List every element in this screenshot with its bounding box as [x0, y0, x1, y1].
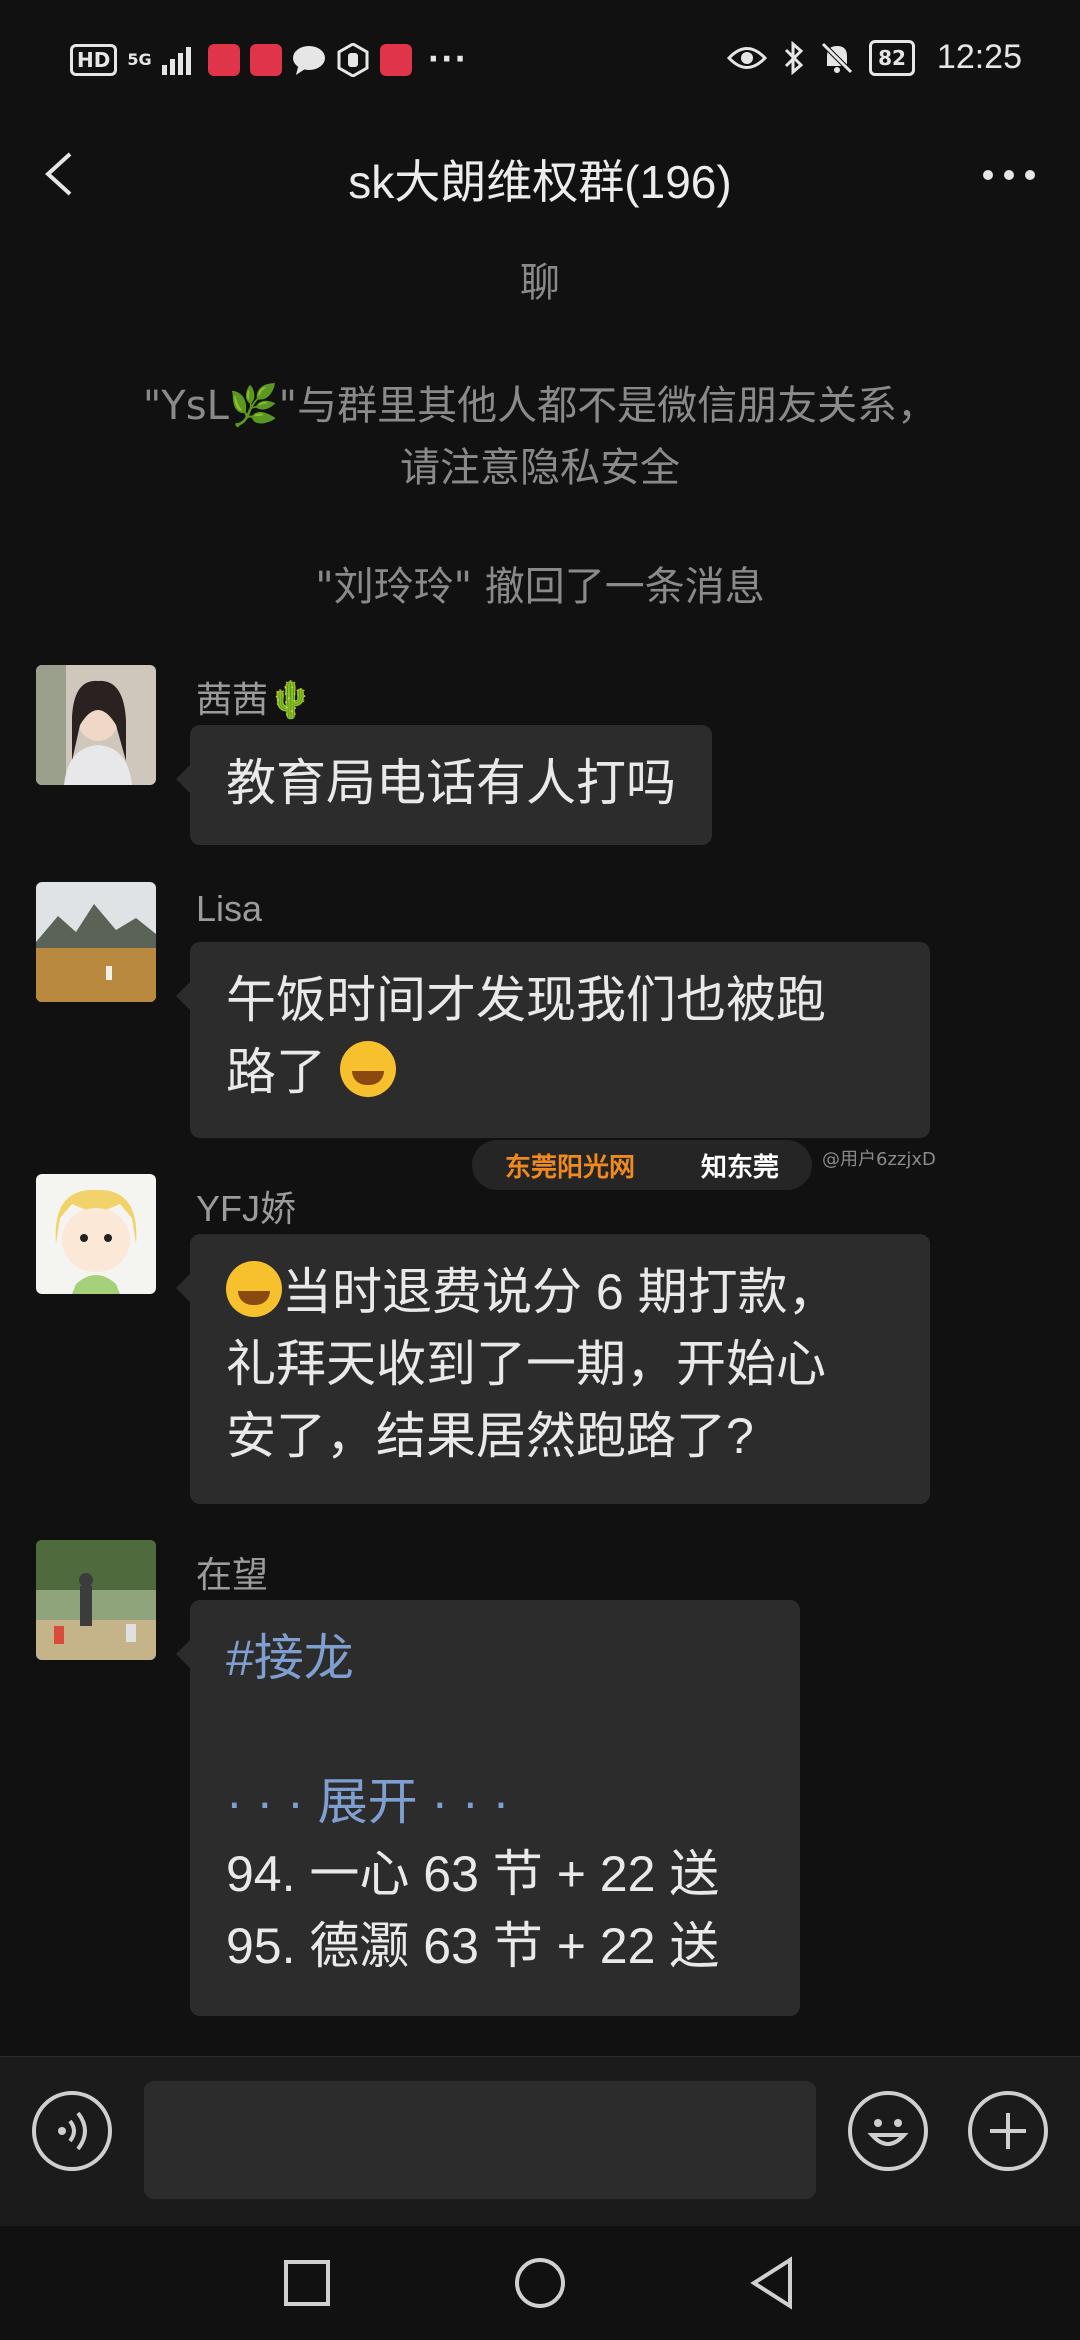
voice-button[interactable] — [32, 2091, 112, 2171]
watermark-user: @用户6zzjxD — [822, 1149, 936, 1170]
message-text: 午饭时间才发现我们也被跑 — [226, 972, 826, 1028]
avatar-image — [36, 665, 156, 785]
bluetooth-icon — [785, 40, 804, 75]
sender-name: 茜茜🌵 — [196, 679, 313, 720]
notification-app-icon — [249, 43, 282, 76]
square-icon — [284, 2260, 330, 2306]
more-options-button[interactable] — [974, 150, 1044, 200]
chat-input-bar — [0, 2056, 1080, 2227]
laugh-cry-emoji-icon — [226, 1261, 282, 1317]
avatar-image — [36, 1540, 156, 1660]
message-text: 路了 — [226, 1044, 326, 1100]
watermark: 东莞阳光网 知东莞 — [472, 1140, 812, 1190]
chat-notification-icon — [292, 45, 325, 75]
sender-name: YFJ娇 — [196, 1188, 297, 1229]
laugh-cry-emoji-icon — [339, 1041, 396, 1097]
more-notifications-icon: ··· — [427, 42, 468, 77]
message-input[interactable] — [144, 2081, 816, 2199]
avatar[interactable] — [36, 882, 156, 1002]
status-bar: HD 5G ··· 82 12:25 — [0, 0, 1080, 120]
smiley-icon — [867, 2119, 909, 2146]
emoji-button[interactable] — [848, 2091, 928, 2171]
message-text: 礼拜天收到了一期，开始心 — [226, 1336, 826, 1392]
home-button[interactable] — [505, 2248, 575, 2318]
mute-bell-icon — [821, 41, 853, 74]
message-text: 教育局电话有人打吗 — [226, 755, 676, 811]
signal-icon — [161, 46, 191, 75]
status-left: HD 5G ··· — [70, 42, 468, 77]
triangle-back-icon — [750, 2256, 792, 2310]
sender-name: Lisa — [196, 888, 263, 929]
sender-name: 在望 — [196, 1554, 269, 1595]
avatar-image — [36, 1174, 156, 1294]
back-nav-button[interactable] — [738, 2248, 808, 2318]
page-title: sk大朗维权群(196) — [348, 156, 732, 208]
recent-apps-button[interactable] — [272, 2248, 342, 2318]
plus-icon — [990, 2113, 1026, 2149]
hand-notification-icon — [337, 42, 369, 77]
message-bubble[interactable]: 教育局电话有人打吗 — [176, 725, 712, 845]
message-bubble[interactable]: 午饭时间才发现我们也被跑 路了 — [176, 942, 930, 1138]
message-bubble[interactable]: 当时退费说分 6 期打款， 礼拜天收到了一期，开始心 安了，结果居然跑路了? — [176, 1234, 930, 1504]
battery-icon: 82 — [869, 39, 915, 76]
avatar-image — [36, 882, 156, 1002]
voice-icon — [58, 2111, 87, 2151]
status-right: 82 12:25 — [727, 38, 1022, 77]
avatar[interactable] — [36, 665, 156, 785]
circle-icon — [515, 2258, 565, 2308]
system-message: 聊 — [520, 260, 560, 306]
system-message: 请注意隐私安全 — [400, 445, 680, 491]
network-5g-icon: 5G — [127, 49, 152, 69]
message-text: 安了，结果居然跑路了? — [226, 1408, 754, 1464]
recall-notice: "刘玲玲" 撤回了一条消息 — [315, 564, 765, 610]
status-time: 12:25 — [936, 38, 1022, 76]
avatar[interactable] — [36, 1540, 156, 1660]
system-navigation-bar — [0, 2226, 1080, 2340]
expand-link[interactable]: · · · 展开 · · · — [226, 1766, 764, 1838]
notification-app-icon — [379, 43, 412, 76]
message-bubble[interactable]: #接龙 · · · 展开 · · · 94. 一心 63 节 + 22 送 95… — [176, 1600, 800, 2016]
message-text: 当时退费说分 6 期打款， — [282, 1264, 838, 1320]
hashtag-link[interactable]: #接龙 — [226, 1622, 764, 1694]
avatar[interactable] — [36, 1174, 156, 1294]
watermark-site: 东莞阳光网 — [504, 1152, 635, 1183]
hd-icon: HD — [70, 43, 118, 76]
more-functions-button[interactable] — [968, 2091, 1048, 2171]
chat-header: sk大朗维权群(196) — [0, 120, 1080, 230]
notification-app-icon — [207, 43, 240, 76]
more-horizontal-icon — [983, 170, 1035, 180]
message-text: 95. 德灏 63 节 + 22 送 — [226, 1918, 720, 1974]
system-message: "YsL🌿"与群里其他人都不是微信朋友关系， — [142, 383, 938, 429]
watermark-brand: 知东莞 — [700, 1152, 779, 1183]
message-text: 94. 一心 63 节 + 22 送 — [226, 1846, 720, 1902]
eye-icon — [727, 46, 768, 69]
